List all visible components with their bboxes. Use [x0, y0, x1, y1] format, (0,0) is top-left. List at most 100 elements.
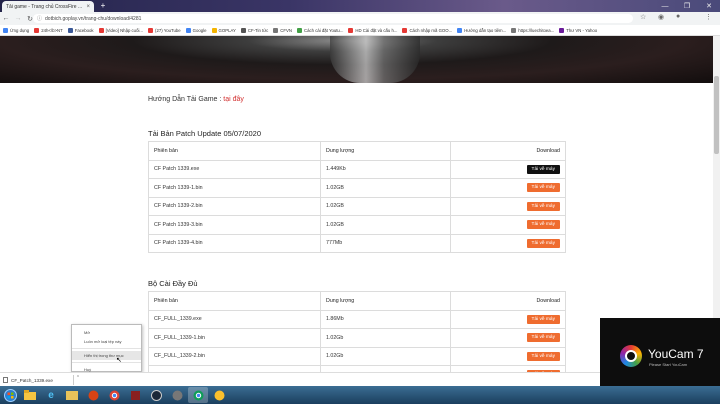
menu-icon[interactable]: ⋮	[705, 13, 712, 21]
new-tab-button[interactable]: +	[98, 1, 108, 11]
minimize-button[interactable]: —	[654, 0, 676, 12]
bookmark-favicon-icon	[3, 27, 8, 33]
bookmark-label: Google	[192, 27, 207, 33]
bookmark-item[interactable]: CFVN	[273, 27, 292, 33]
bookmarks-bar: Ứng dụng 24h</b>NT Facebook [Video] Nhập cu…	[0, 25, 720, 36]
download-button[interactable]: Tải về máy	[526, 201, 560, 211]
back-button[interactable]: ←	[0, 15, 12, 22]
bookmark-item[interactable]: 24h</b>NT	[34, 27, 63, 33]
bookmark-label: Facebook	[74, 27, 94, 33]
extension-icon[interactable]: ◉	[658, 13, 664, 21]
file-size-cell: 1.02GB	[320, 196, 451, 216]
forward-button[interactable]: →	[12, 15, 24, 22]
game-icon[interactable]	[125, 387, 145, 403]
bookmark-label: GOPLAY	[218, 27, 236, 33]
bookmark-item[interactable]: Facebook	[67, 27, 94, 33]
windows-taskbar: e	[0, 386, 720, 404]
menu-item-show-in-folder[interactable]: Hiển thị trong thư mục	[72, 351, 141, 360]
youcam-overlay[interactable]: YouCam 7 Please Start YouCam	[600, 318, 720, 386]
address-bar[interactable]: ⓘ dotbich.goplay.vn/trang-chu/download/4…	[33, 14, 633, 23]
file-name-cell: CF_FULL_1339-2.bin	[148, 346, 321, 366]
internet-explorer-icon[interactable]: e	[41, 387, 61, 403]
bookmark-item[interactable]: [Video] Nhập cuối...	[98, 27, 143, 33]
file-size-cell: 1.02GB	[320, 178, 451, 198]
download-cell: Tải về máy	[450, 233, 566, 253]
close-window-button[interactable]: ✕	[698, 0, 720, 12]
browser-tab-active[interactable]: Tải game - Trang chủ CrossFire ... ×	[2, 1, 94, 12]
download-button[interactable]: Tải về máy	[526, 351, 560, 361]
media-player-icon[interactable]	[83, 387, 103, 403]
youcam-subtitle: Please Start YouCam	[649, 362, 688, 367]
bookmark-item[interactable]: Hướng dẫn tạo tiêm...	[457, 27, 506, 33]
file-name-cell: CF Patch 1339-1.bin	[148, 178, 321, 198]
table-row: CF Patch 1339-4.bin 777Mb Tải về máy	[148, 233, 566, 253]
guide-link[interactable]: tại đây	[223, 96, 244, 103]
bookmark-favicon-icon	[511, 27, 517, 33]
bookmark-label: CF-Tin tức	[247, 27, 269, 33]
table-row: CF Patch 1339-2.bin 1.02GB Tải về máy	[148, 196, 566, 216]
info-icon[interactable]: ⓘ	[37, 15, 42, 22]
file-name-cell: CF Patch 1339-4.bin	[148, 233, 321, 253]
download-button[interactable]: Tải về máy	[526, 238, 560, 248]
table-row: CF_FULL_1339.exe 1.86Mb Tải về máy	[148, 309, 566, 329]
bookmark-favicon-icon	[185, 27, 191, 33]
table-row: CF_FULL_1339-1.bin 1.02Gb Tải về máy	[148, 328, 566, 348]
chrome-active-icon[interactable]	[188, 387, 208, 403]
bookmark-item[interactable]: https://luechitoea...	[511, 27, 554, 33]
steam-icon[interactable]	[146, 387, 166, 403]
bookmark-favicon-icon	[559, 27, 565, 33]
star-icon[interactable]: ☆	[640, 13, 646, 21]
chrome-icon[interactable]	[104, 387, 124, 403]
bookmark-favicon-icon	[457, 27, 463, 33]
file-name-cell: CF_FULL_1339.exe	[148, 309, 321, 329]
download-button[interactable]: Tải về máy	[526, 164, 560, 174]
download-button[interactable]: Tải về máy	[526, 333, 560, 343]
page-banner-image	[0, 36, 713, 83]
download-button[interactable]: Tải về máy	[526, 220, 560, 230]
bookmark-label: Cách nhập mã GOO...	[409, 27, 453, 33]
file-manager-icon[interactable]	[62, 387, 82, 403]
start-button-icon[interactable]	[1, 387, 19, 403]
download-options-chevron-icon[interactable]: ⌃	[73, 375, 82, 385]
bookmark-favicon-icon	[273, 27, 279, 33]
bookmark-item[interactable]: Google	[185, 27, 207, 33]
download-cell: Tải về máy	[450, 178, 566, 198]
bookmark-label: CFVN	[280, 27, 292, 33]
app-icon[interactable]	[167, 387, 187, 403]
youcam-name: YouCam 7	[648, 347, 704, 361]
explorer-folder-icon[interactable]	[20, 387, 40, 403]
file-name-cell: CF Patch 1339-3.bin	[148, 215, 321, 235]
bookmark-label: Thư VN - Yahoo	[566, 27, 598, 33]
file-name-cell: CF Patch 1339.exe	[148, 159, 321, 179]
file-size-cell: 1.86Mb	[320, 309, 451, 329]
column-header-version: Phiên bản	[148, 291, 321, 311]
scrollbar-thumb[interactable]	[714, 76, 719, 154]
bookmark-item[interactable]: Thư VN - Yahoo	[559, 27, 598, 33]
bookmark-item[interactable]: Ứng dụng	[3, 27, 29, 33]
bookmark-item[interactable]: HD Cài đặt và cấu h...	[348, 27, 397, 33]
download-context-menu: Mở Luôn mở loại tệp này Hiển thị trong t…	[71, 324, 142, 372]
download-item[interactable]: CF_Patch_1339.exe	[3, 375, 81, 385]
download-button[interactable]: Tải về máy	[526, 183, 560, 193]
bookmark-item[interactable]: Cách cài đặt Youtu...	[296, 27, 343, 33]
column-header-download: Download	[450, 141, 566, 161]
menu-item-always-open[interactable]: Luôn mở loại tệp này	[72, 337, 141, 346]
column-header-size: Dung lượng	[320, 291, 451, 311]
bookmark-item[interactable]: CF-Tin tức	[240, 27, 269, 33]
url-text: dotbich.goplay.vn/trang-chu/download/428…	[45, 15, 142, 22]
bookmark-item[interactable]: Cách nhập mã GOO...	[402, 27, 453, 33]
banner-character	[330, 36, 420, 83]
table-header-row: Phiên bản Dung lượng Download	[148, 291, 566, 311]
bookmark-item[interactable]: GOPLAY	[211, 27, 236, 33]
download-button[interactable]: Tải về máy	[526, 314, 560, 324]
bookmark-favicon-icon	[348, 27, 354, 33]
table-row: CF Patch 1339-1.bin 1.02GB Tải về máy	[148, 178, 566, 198]
menu-item-open[interactable]: Mở	[72, 328, 141, 337]
app2-icon[interactable]	[209, 387, 229, 403]
profile-icon[interactable]: ●	[676, 13, 680, 20]
bookmark-item[interactable]: (27) YouTube	[148, 27, 181, 33]
bookmark-favicon-icon	[240, 27, 246, 33]
maximize-button[interactable]: ❐	[676, 0, 698, 12]
bookmark-favicon-icon	[98, 27, 104, 33]
tab-close-icon[interactable]: ×	[86, 4, 90, 10]
